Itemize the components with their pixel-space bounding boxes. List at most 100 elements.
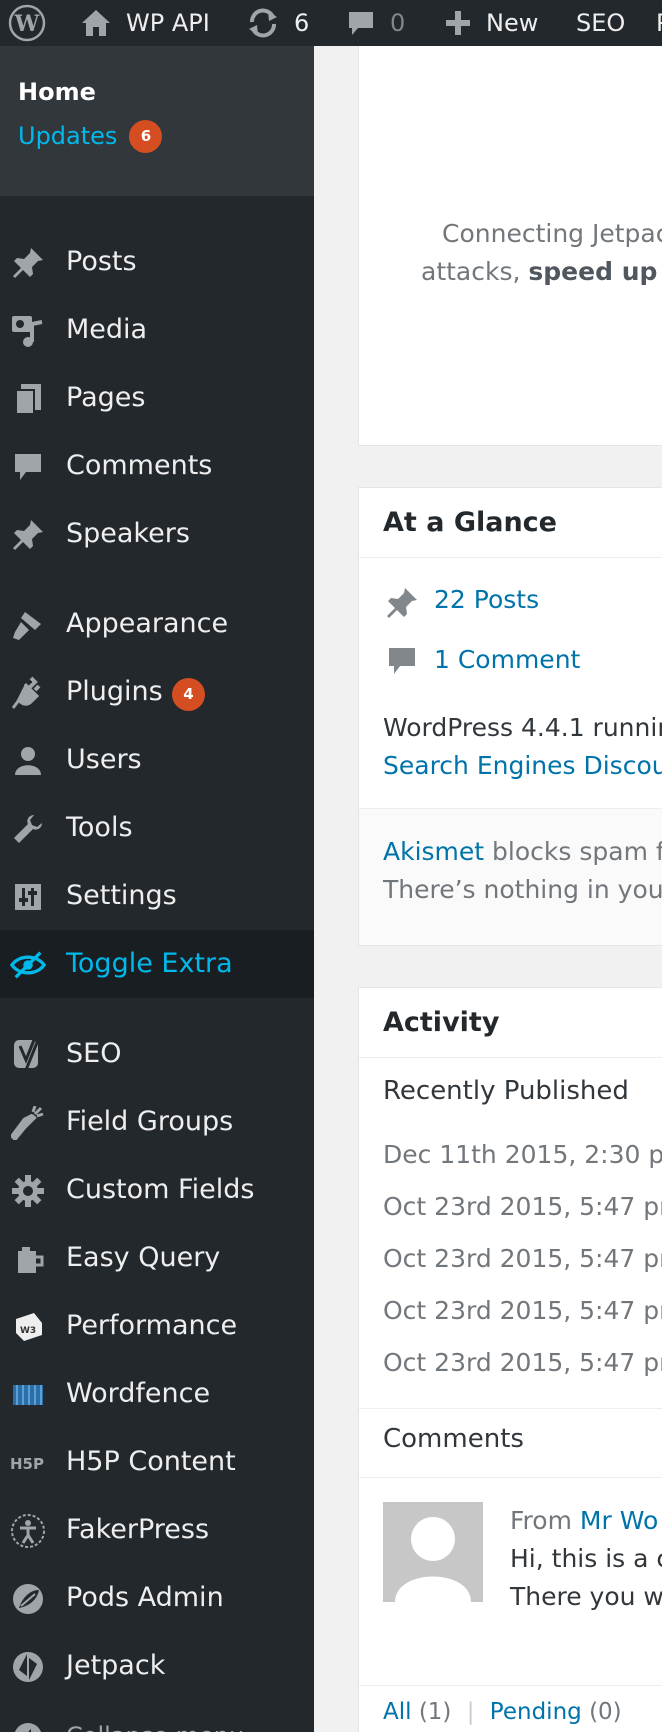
- adminbar-overflow-item[interactable]: P: [656, 0, 662, 46]
- sidebar-item-jetpack[interactable]: Jetpack: [0, 1632, 314, 1700]
- sidebar-item-easy-query[interactable]: Easy Query: [0, 1224, 314, 1292]
- seo-adminbar-link[interactable]: SEO: [576, 0, 625, 46]
- sidebar-item-posts[interactable]: Posts: [0, 228, 314, 296]
- performance-icon: W3: [10, 1309, 46, 1345]
- sidebar-item-users[interactable]: Users: [0, 726, 314, 794]
- jetpack-connect-line1: Connecting Jetpack: [442, 219, 662, 248]
- sidebar-item-label: Comments: [66, 450, 213, 481]
- gear-icon: [10, 1173, 46, 1209]
- sidebar-item-media[interactable]: Media: [0, 296, 314, 364]
- sidebar-item-label: Custom Fields: [66, 1174, 255, 1205]
- filter-pending-count: (0): [589, 1699, 622, 1725]
- sidebar-item-label: Users: [66, 744, 142, 775]
- sidebar-item-label: Pages: [66, 382, 146, 413]
- eye-icon: [10, 947, 46, 983]
- comment-filters-divider: [359, 1685, 662, 1686]
- plus-icon: [444, 9, 472, 37]
- user-icon: [10, 743, 46, 779]
- jetpack-connect-line2: attacks, speed up yo: [421, 257, 658, 286]
- pods-icon: [10, 1581, 46, 1617]
- akismet-link[interactable]: Akismet: [383, 837, 484, 866]
- comment-from-label: From: [510, 1506, 572, 1535]
- sidebar-item-label: FakerPress: [66, 1514, 210, 1545]
- wordpress-logo-button[interactable]: W: [8, 0, 46, 46]
- sidebar-item-h5p-content[interactable]: H5P H5P Content: [0, 1428, 314, 1496]
- seo-label: SEO: [576, 9, 626, 37]
- sidebar-item-collapse-menu[interactable]: Collapse menu: [0, 1702, 314, 1732]
- filter-pending-link[interactable]: Pending: [490, 1699, 582, 1725]
- search-engines-link[interactable]: Search Engines Discour: [383, 751, 662, 780]
- collapse-icon: [10, 1719, 46, 1732]
- site-name-link[interactable]: WP API: [80, 0, 210, 46]
- admin-sidebar: Home Updates 6 Posts Media Pages Comments Sp…: [0, 46, 314, 1732]
- sidebar-item-field-groups[interactable]: Field Groups: [0, 1088, 314, 1156]
- at-a-glance-panel: At a Glance 22 Posts 1 Comment WordPress…: [358, 487, 662, 946]
- sidebar-item-speakers[interactable]: Speakers: [0, 500, 314, 568]
- media-icon: [10, 313, 46, 349]
- comment-from-line: From Mr Wo: [510, 1506, 658, 1535]
- published-post-date: Oct 23rd 2015, 5:47 pm: [383, 1348, 662, 1377]
- submenu-home-link[interactable]: Home: [0, 74, 314, 114]
- plug-icon: [10, 675, 46, 711]
- sidebar-item-pages[interactable]: Pages: [0, 364, 314, 432]
- sidebar-item-label: Wordfence: [66, 1378, 211, 1409]
- adminbar-overflow-label: P: [656, 9, 662, 37]
- sidebar-item-toggle-extra[interactable]: Toggle Extra: [0, 930, 314, 998]
- comments-link[interactable]: 0: [346, 0, 405, 46]
- submenu-updates-link[interactable]: Updates 6: [0, 114, 314, 158]
- h5p-icon: H5P: [10, 1445, 46, 1481]
- jetpack-connect-panel: Connecting Jetpack attacks, speed up yo: [358, 46, 662, 446]
- sidebar-item-comments[interactable]: Comments: [0, 432, 314, 500]
- sidebar-item-label: Collapse menu: [66, 1702, 244, 1732]
- sidebar-item-settings[interactable]: Settings: [0, 862, 314, 930]
- svg-text:W: W: [14, 11, 40, 37]
- yoast-icon: [10, 1037, 46, 1073]
- sidebar-item-wordfence[interactable]: Wordfence: [0, 1360, 314, 1428]
- sidebar-item-appearance[interactable]: Appearance: [0, 590, 314, 658]
- sidebar-item-label: Speakers: [66, 518, 190, 549]
- comments-bubble-icon: [387, 646, 417, 680]
- updates-refresh-icon: [246, 8, 280, 38]
- comments-count: 0: [390, 9, 406, 37]
- sidebar-item-performance[interactable]: W3 Performance: [0, 1292, 314, 1360]
- svg-text:W3: W3: [20, 1326, 36, 1336]
- comment-icon: [10, 449, 46, 485]
- sidebar-item-fakerpress[interactable]: FakerPress: [0, 1496, 314, 1564]
- spam-queue-text: There’s nothing in your: [383, 875, 662, 904]
- wordpress-logo-icon: W: [8, 4, 46, 42]
- published-post-date: Dec 11th 2015, 2:30 pm: [383, 1140, 662, 1169]
- comment-count-link[interactable]: 1 Comment: [434, 645, 580, 674]
- paintbrush-icon: [10, 607, 46, 643]
- published-post-date: Oct 23rd 2015, 5:47 pm: [383, 1244, 662, 1273]
- sidebar-item-label: Posts: [66, 246, 137, 277]
- sidebar-item-plugins[interactable]: Plugins 4: [0, 658, 314, 726]
- comment-author-link[interactable]: Mr Wo: [580, 1506, 658, 1535]
- posts-count-link[interactable]: 22 Posts: [434, 585, 539, 614]
- posts-pin-icon: [385, 586, 419, 624]
- comment-excerpt-line2: There you wi: [510, 1582, 662, 1611]
- sidebar-item-pods-admin[interactable]: Pods Admin: [0, 1564, 314, 1632]
- sidebar-item-label: Plugins: [66, 676, 163, 707]
- svg-text:H5P: H5P: [10, 1455, 44, 1473]
- published-post-date: Oct 23rd 2015, 5:47 pm: [383, 1296, 662, 1325]
- new-label: New: [486, 9, 539, 37]
- comments-section-divider: [359, 1408, 662, 1409]
- default-avatar-icon: [395, 1517, 471, 1602]
- comment-excerpt-line1: Hi, this is a co: [510, 1544, 662, 1573]
- akismet-footer: Akismet blocks spam fr There’s nothing i…: [359, 808, 662, 945]
- sidebar-item-custom-fields[interactable]: Custom Fields: [0, 1156, 314, 1224]
- wordpress-version-text: WordPress 4.4.1 runnin: [383, 713, 662, 742]
- admin-bar: W WP API 6 0 New SEO P: [0, 0, 662, 46]
- sidebar-item-seo[interactable]: SEO: [0, 1020, 314, 1088]
- sidebar-item-tools[interactable]: Tools: [0, 794, 314, 862]
- pages-icon: [10, 381, 46, 417]
- comment-bubble-icon: [346, 8, 376, 38]
- sliders-icon: [10, 879, 46, 915]
- submenu-updates-label: Updates: [18, 122, 118, 150]
- filter-all-link[interactable]: All: [383, 1699, 412, 1725]
- cup-icon: [10, 1241, 46, 1277]
- updates-link[interactable]: 6: [246, 0, 309, 46]
- new-content-button[interactable]: New: [444, 0, 538, 46]
- published-post-date: Oct 23rd 2015, 5:47 pm: [383, 1192, 662, 1221]
- home-icon: [80, 8, 112, 38]
